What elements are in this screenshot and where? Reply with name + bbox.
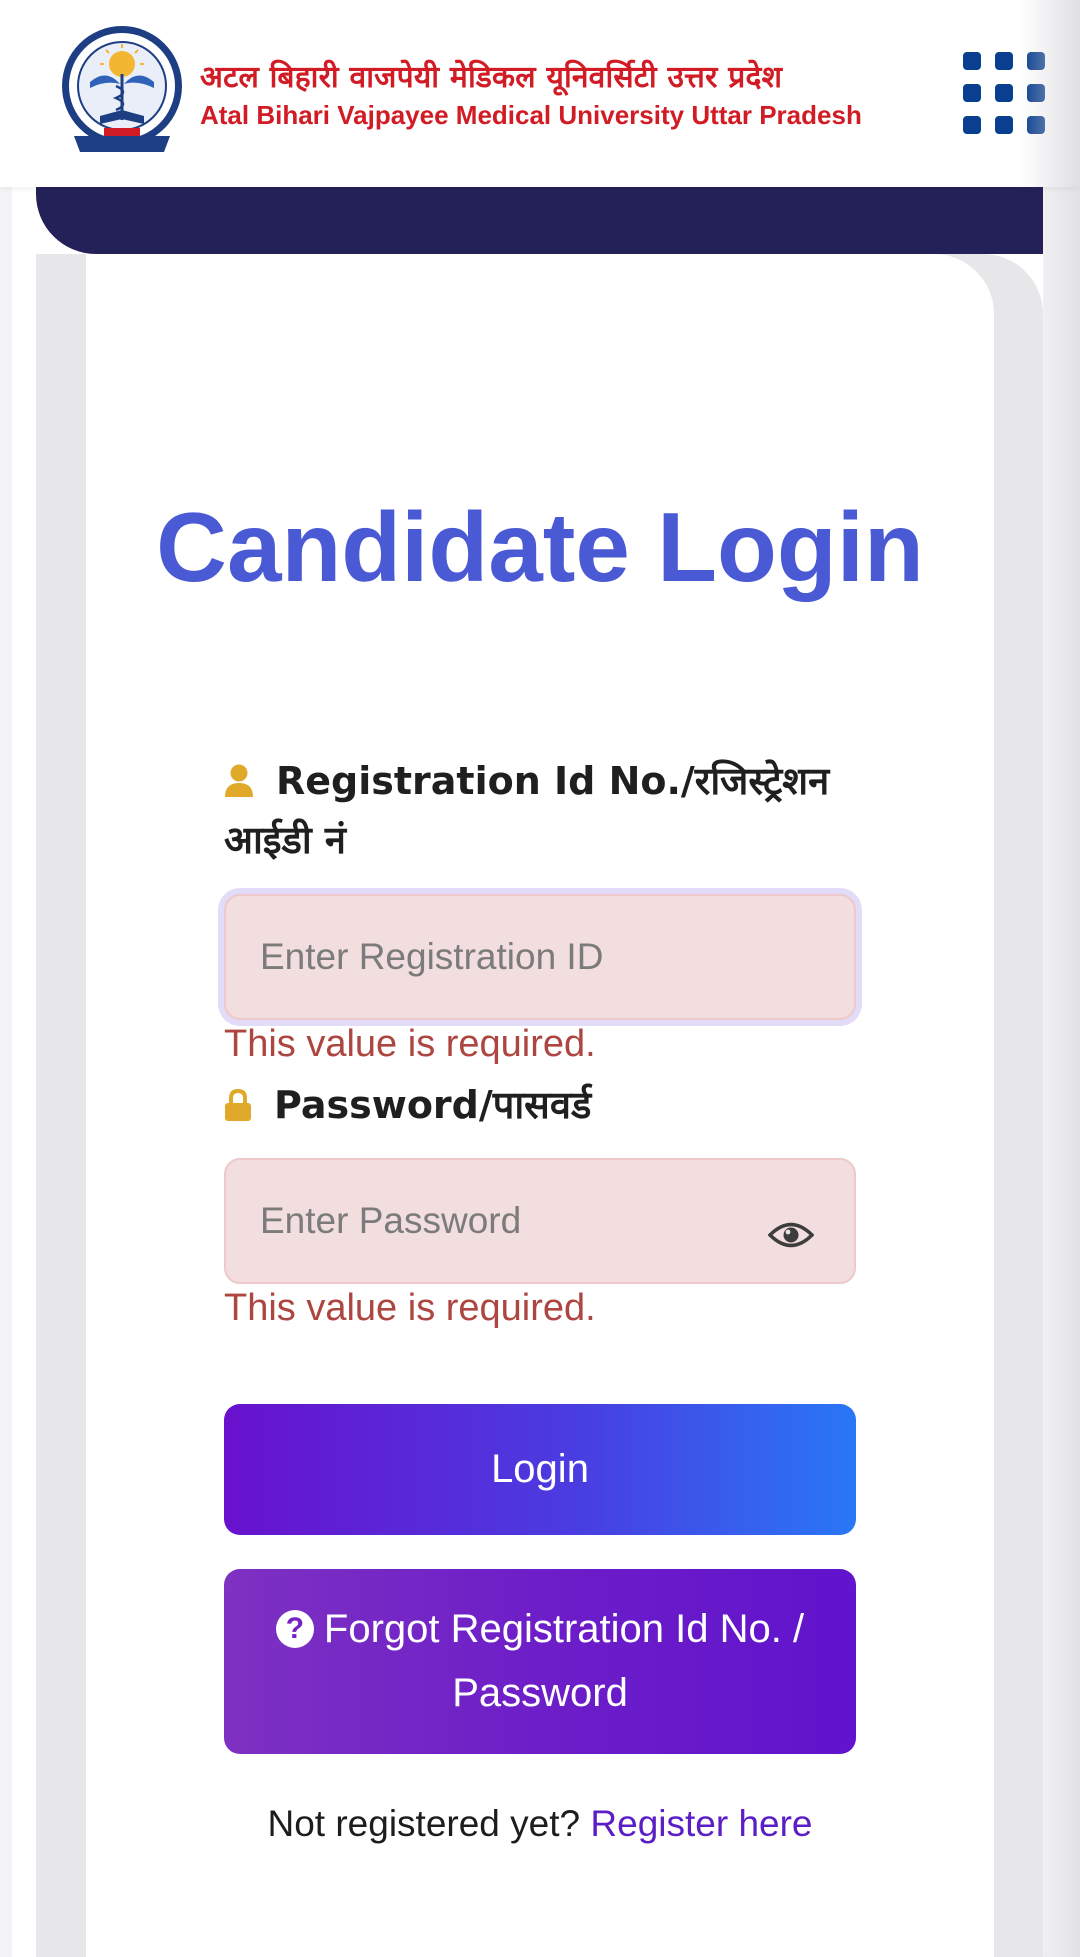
register-prompt: Not registered yet? Register here [86,1796,994,1852]
registration-label-text: Registration Id No./रजिस्ट्रेशन आईडी नं [224,759,830,862]
password-label: Password/पासवर्ड [224,1076,864,1135]
background-right [1043,187,1080,1957]
registration-error: This value is required. [224,1023,596,1065]
password-label-text: Password/पासवर्ड [274,1083,592,1127]
menu-dot [963,84,981,102]
menu-dot [995,84,1013,102]
password-input[interactable]: Enter Password [224,1158,856,1284]
registration-id-placeholder: Enter Registration ID [260,936,604,977]
forgot-credentials-label: Forgot Registration Id No. / Password [323,1607,805,1715]
registration-id-input[interactable]: Enter Registration ID [224,894,856,1020]
brand-title-english: Atal Bihari Vajpayee Medical University … [200,100,862,130]
menu-dot [963,52,981,70]
menu-dot [995,116,1013,134]
login-button[interactable]: Login [224,1404,856,1535]
brand-title[interactable]: अटल बिहारी वाजपेयी मेडिकल यूनिवर्सिटी उत… [200,58,862,132]
password-error: This value is required. [224,1287,596,1329]
register-link[interactable]: Register here [590,1803,812,1844]
header-band [36,187,1043,254]
background-left-strip [12,187,36,1957]
eye-icon[interactable] [768,1220,814,1250]
university-seal-logo[interactable] [60,24,184,160]
registration-label: Registration Id No./रजिस्ट्रेशन आईडी नं [224,752,864,870]
brand-title-hindi: अटल बिहारी वाजपेयी मेडिकल यूनिवर्सिटी उत… [200,60,783,95]
register-prompt-text: Not registered yet? [267,1803,581,1844]
menu-dot [995,52,1013,70]
login-page: अटल बिहारी वाजपेयी मेडिकल यूनिवर्सिटी उत… [0,0,1080,1957]
page-title: Candidate Login [156,492,924,602]
password-placeholder: Enter Password [260,1200,522,1241]
site-header: अटल बिहारी वाजपेयी मेडिकल यूनिवर्सिटी उत… [0,0,1080,187]
user-icon [225,764,253,797]
forgot-credentials-button[interactable]: ? Forgot Registration Id No. / Password [224,1569,856,1754]
lock-icon [225,1088,251,1121]
header-edge-shadow [1020,0,1080,187]
menu-dot [963,116,981,134]
question-circle-icon: ? [275,1610,314,1648]
